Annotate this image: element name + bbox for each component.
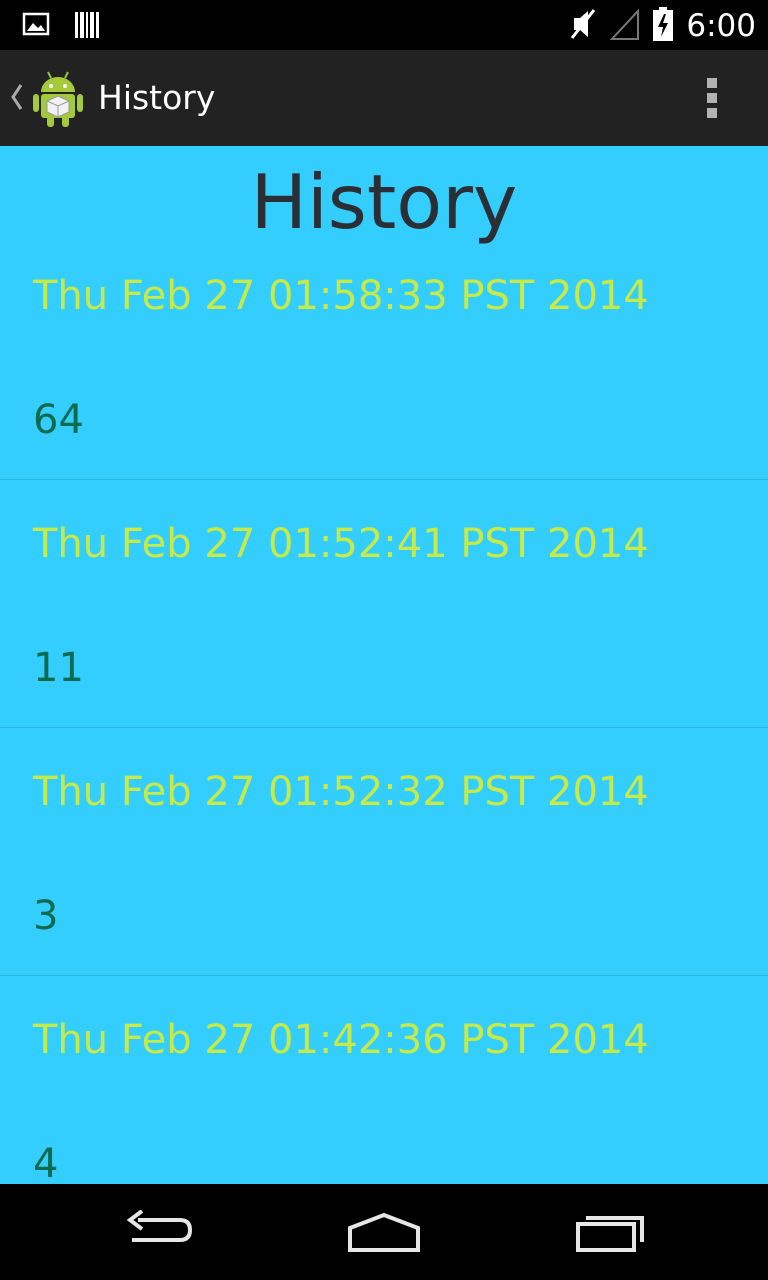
history-value: 64 — [33, 397, 84, 443]
android-app-icon[interactable] — [32, 70, 84, 132]
history-value: 4 — [33, 1141, 59, 1184]
action-bar-title: History — [98, 78, 216, 117]
history-list-item[interactable]: Thu Feb 27 01:52:41 PST 2014 11 — [0, 480, 768, 728]
status-time: 6:00 — [686, 8, 756, 44]
battery-charging-icon — [652, 6, 674, 46]
history-date: Thu Feb 27 01:42:36 PST 2014 — [33, 1017, 649, 1063]
history-date: Thu Feb 27 01:52:41 PST 2014 — [33, 521, 649, 567]
overflow-menu-icon[interactable] — [696, 76, 728, 120]
history-date: Thu Feb 27 01:58:33 PST 2014 — [33, 273, 649, 319]
image-notification-icon — [22, 10, 50, 44]
home-icon[interactable] — [346, 1210, 422, 1258]
history-list: Thu Feb 27 01:58:33 PST 2014 64 Thu Feb … — [0, 232, 768, 1184]
mute-icon — [568, 6, 598, 46]
barcode-notification-icon — [74, 10, 100, 44]
status-bar: 6:00 — [0, 0, 768, 50]
recent-apps-icon[interactable] — [574, 1210, 646, 1258]
history-value: 11 — [33, 645, 84, 691]
up-caret-icon[interactable] — [8, 82, 24, 116]
signal-icon — [610, 7, 640, 45]
back-icon[interactable] — [124, 1209, 196, 1258]
history-content: History Thu Feb 27 01:58:33 PST 2014 64 … — [0, 146, 768, 1184]
action-bar: History — [0, 50, 768, 146]
history-value: 3 — [33, 893, 59, 939]
history-date: Thu Feb 27 01:52:32 PST 2014 — [33, 769, 649, 815]
history-list-item[interactable]: Thu Feb 27 01:42:36 PST 2014 4 — [0, 976, 768, 1184]
history-list-item[interactable]: Thu Feb 27 01:58:33 PST 2014 64 — [0, 232, 768, 480]
history-list-item[interactable]: Thu Feb 27 01:52:32 PST 2014 3 — [0, 728, 768, 976]
navigation-bar — [0, 1184, 768, 1280]
